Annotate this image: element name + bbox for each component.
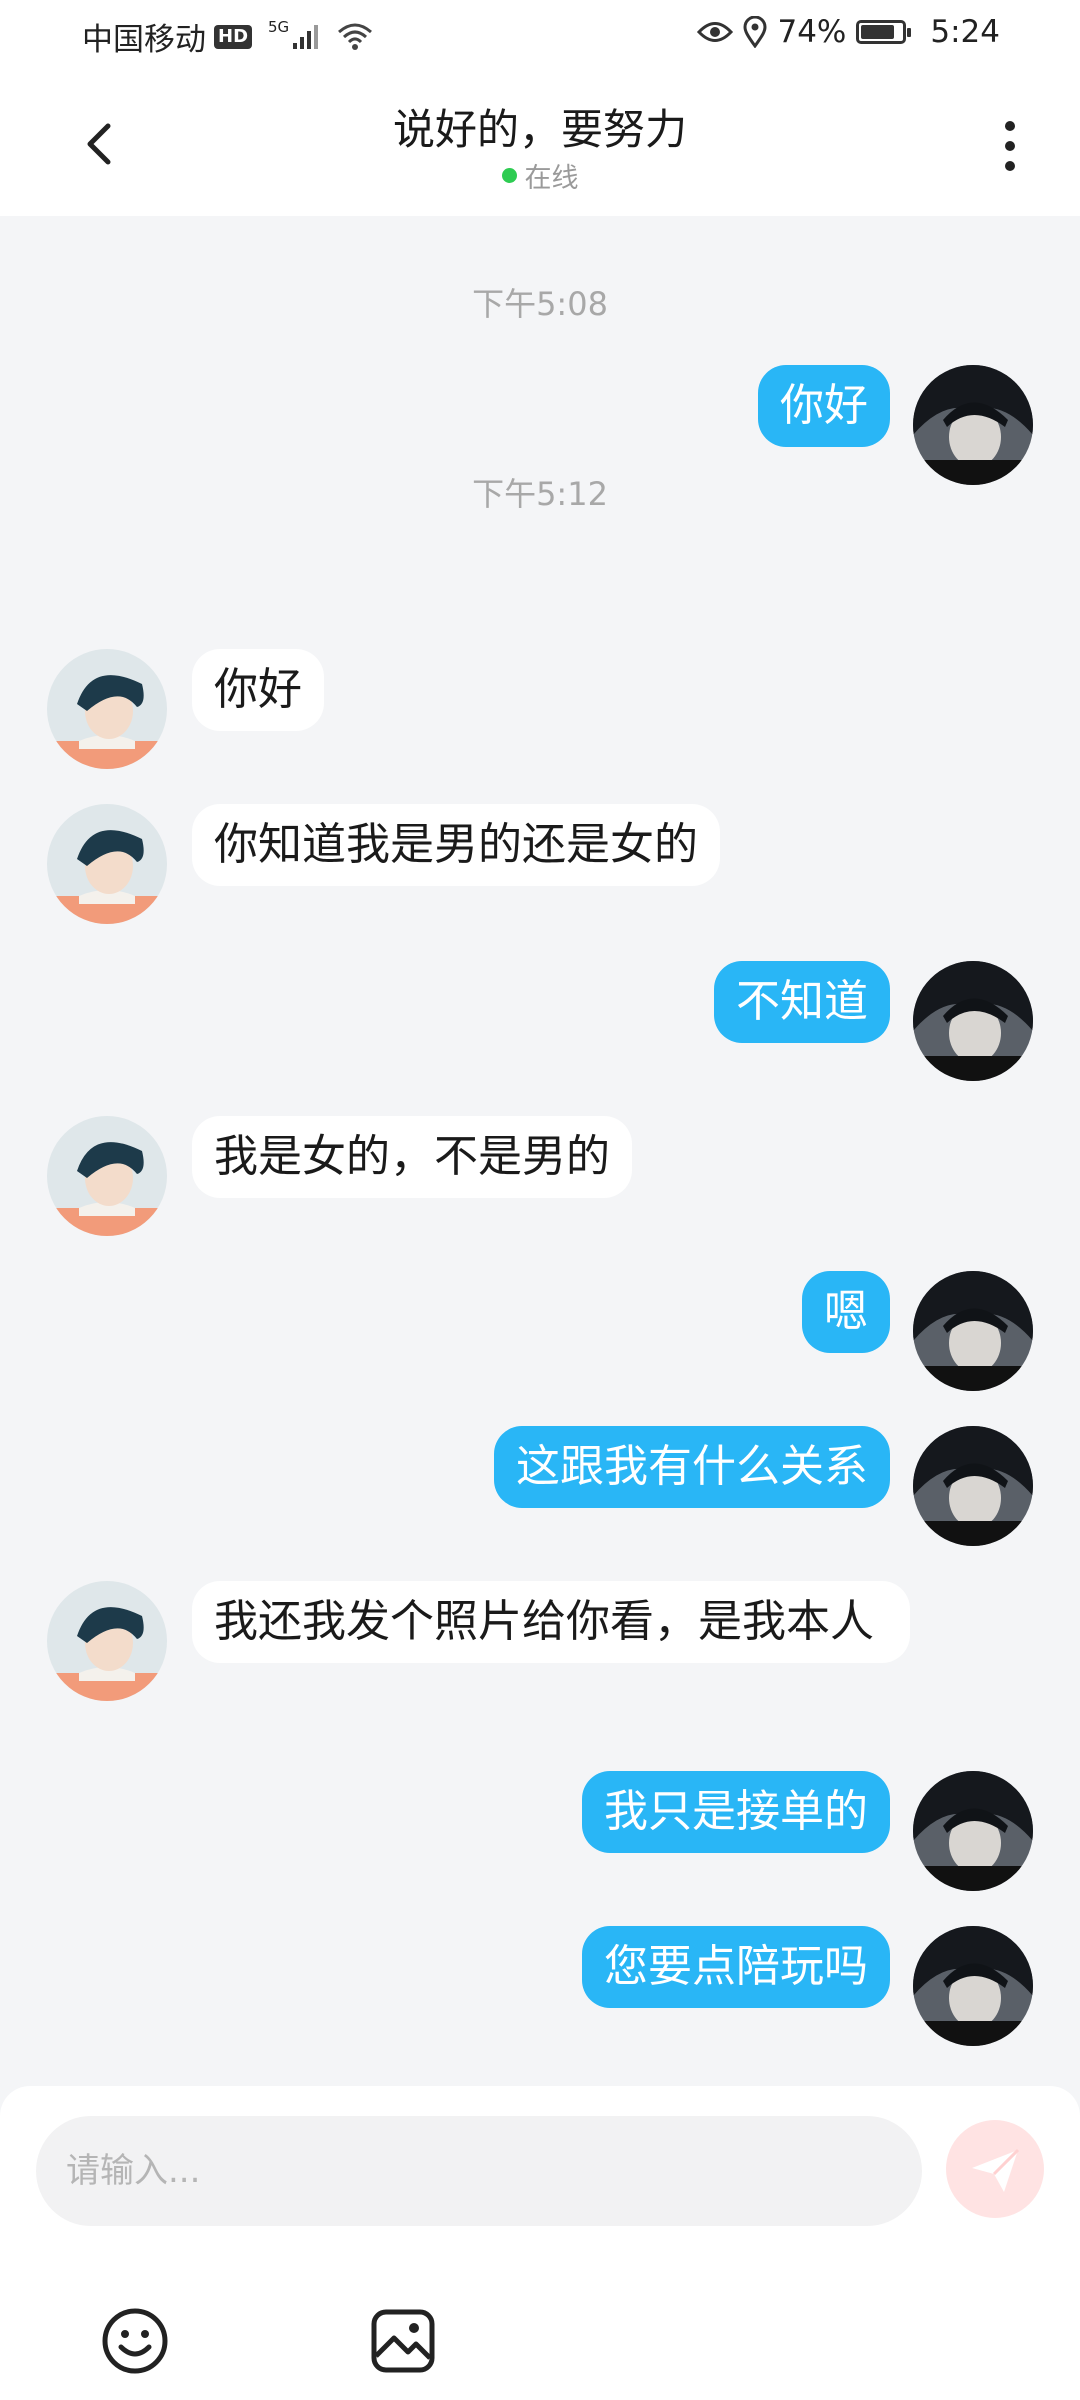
wifi-icon: [338, 23, 373, 50]
emoji-icon[interactable]: [100, 2306, 170, 2376]
my-avatar[interactable]: [913, 1426, 1033, 1546]
contact-avatar[interactable]: [47, 804, 167, 924]
location-icon: [743, 16, 767, 48]
avatar-dark-icon: [913, 961, 1033, 1081]
avatar-dark-icon: [913, 1271, 1033, 1391]
signal-icon: [293, 24, 319, 49]
my-avatar[interactable]: [913, 1271, 1033, 1391]
message-bubble-sent[interactable]: 这跟我有什么关系: [494, 1426, 890, 1508]
online-status: 在线: [0, 156, 1080, 195]
contact-avatar[interactable]: [47, 1116, 167, 1236]
input-panel: [0, 2086, 1080, 2400]
avatar-dark-icon: [913, 1426, 1033, 1546]
eye-icon: [697, 22, 734, 42]
image-icon[interactable]: [370, 2308, 436, 2374]
message-bubble-sent[interactable]: 嗯: [802, 1271, 890, 1353]
contact-avatar[interactable]: [47, 649, 167, 769]
more-vertical-icon[interactable]: [990, 116, 1030, 176]
avatar-dark-icon: [913, 1926, 1033, 2046]
my-avatar[interactable]: [913, 1771, 1033, 1891]
my-avatar[interactable]: [913, 961, 1033, 1081]
battery-icon: [856, 20, 912, 44]
message-bubble-sent[interactable]: 您要点陪玩吗: [582, 1926, 890, 2008]
timestamp-label: 下午5:12: [472, 475, 608, 513]
message-list[interactable]: 下午5:08 你好 下午5:12 你好 你知道我是男的还是女的 不知道 我是女的…: [0, 216, 1080, 2086]
contact-avatar[interactable]: [47, 1581, 167, 1701]
avatar-anime-icon: [47, 649, 167, 769]
online-status-label: 在线: [524, 163, 579, 194]
message-bubble-received[interactable]: 你好: [192, 649, 324, 731]
network-type: 5G: [268, 17, 290, 36]
message-input[interactable]: [36, 2116, 922, 2226]
message-bubble-received[interactable]: 你知道我是男的还是女的: [192, 804, 720, 886]
avatar-dark-icon: [913, 1771, 1033, 1891]
battery-percent: 74%: [777, 14, 847, 50]
carrier-label: 中国移动: [82, 22, 206, 58]
message-bubble-received[interactable]: 我还我发个照片给你看，是我本人: [192, 1581, 910, 1663]
status-bar: 中国移动 HD 5G 74% 5:24: [0, 0, 1080, 76]
status-bar-left: 中国移动 HD 5G: [82, 14, 373, 59]
chat-header: 说好的，要努力 在线: [0, 76, 1080, 216]
chat-title: 说好的，要努力: [392, 105, 687, 154]
status-bar-right: 74% 5:24: [697, 14, 1000, 50]
message-bubble-received[interactable]: 我是女的，不是男的: [192, 1116, 632, 1198]
send-icon: [972, 2148, 1020, 2192]
avatar-anime-icon: [47, 1581, 167, 1701]
hd-badge: HD: [214, 24, 253, 49]
battery-fill: [861, 25, 894, 39]
clock: 5:24: [930, 14, 1000, 50]
message-bubble-sent[interactable]: 你好: [758, 365, 890, 447]
my-avatar[interactable]: [913, 365, 1033, 485]
timestamp-label: 下午5:08: [472, 285, 608, 323]
avatar-anime-icon: [47, 804, 167, 924]
avatar-dark-icon: [913, 365, 1033, 485]
avatar-anime-icon: [47, 1116, 167, 1236]
message-bubble-sent[interactable]: 不知道: [714, 961, 890, 1043]
message-bubble-sent[interactable]: 我只是接单的: [582, 1771, 890, 1853]
send-button[interactable]: [946, 2120, 1044, 2218]
online-dot-icon: [501, 168, 517, 183]
my-avatar[interactable]: [913, 1926, 1033, 2046]
